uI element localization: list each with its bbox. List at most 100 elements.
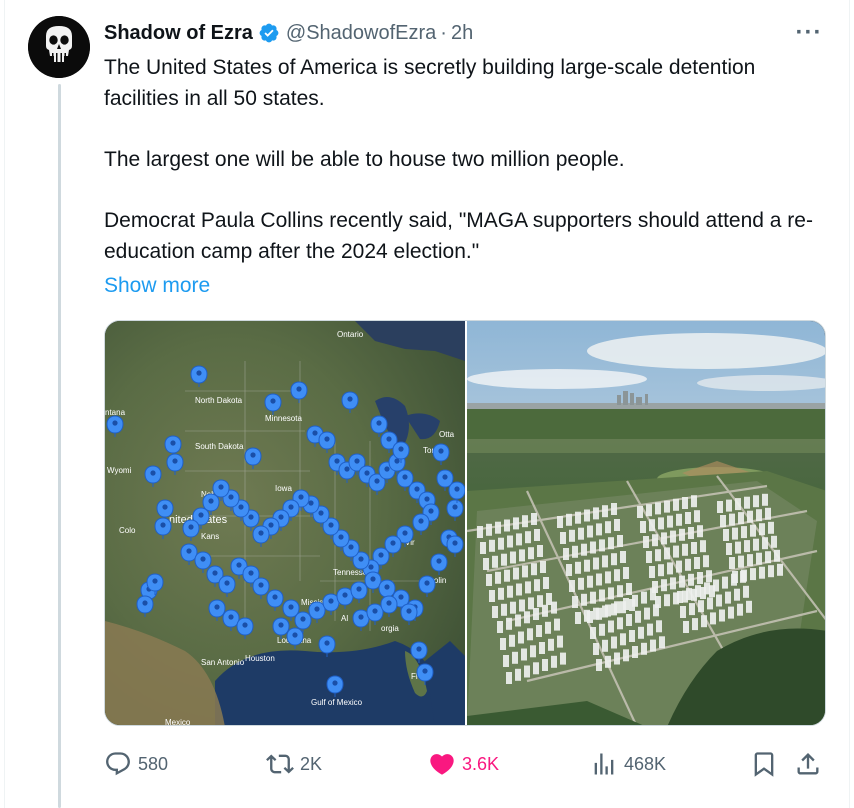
trailer xyxy=(697,572,703,584)
trailer xyxy=(722,576,728,589)
trailer xyxy=(632,646,638,658)
trailer xyxy=(710,612,716,625)
trailer xyxy=(495,521,501,534)
trailer xyxy=(587,575,593,588)
trailer xyxy=(685,558,691,571)
trailer xyxy=(566,513,572,526)
trailer xyxy=(614,569,620,582)
trailer xyxy=(578,527,584,540)
trailer xyxy=(497,621,503,633)
trailer xyxy=(771,535,777,548)
trailer xyxy=(510,601,516,614)
trailer xyxy=(581,593,587,606)
trailer xyxy=(691,542,697,554)
show-more-link[interactable]: Show more xyxy=(104,270,210,301)
trailer xyxy=(649,519,655,532)
trailer xyxy=(590,541,596,554)
trailer xyxy=(525,581,531,594)
trailer xyxy=(492,606,498,618)
map-label-gulf: Gulf of Mexico xyxy=(311,698,363,707)
trailer xyxy=(756,552,762,565)
trailer xyxy=(667,515,673,528)
trailer xyxy=(623,649,629,662)
trailer xyxy=(731,573,737,586)
timestamp[interactable]: 2h xyxy=(451,22,473,45)
trailer xyxy=(729,557,735,569)
trailer xyxy=(728,606,734,619)
trailer xyxy=(661,579,667,592)
reply-count: 580 xyxy=(138,753,169,774)
trailer xyxy=(602,639,608,652)
map-label-minnesota: Minnesota xyxy=(265,414,302,423)
trailer xyxy=(593,507,599,520)
trailer xyxy=(560,532,566,544)
repost-button[interactable]: 2K xyxy=(266,746,322,782)
like-button[interactable]: 3.6K xyxy=(428,746,499,782)
tweet-paragraph-3: Democrat Paula Collins recently said, "M… xyxy=(104,209,813,263)
trailer xyxy=(703,555,709,568)
trailer xyxy=(673,498,679,511)
trailer xyxy=(548,638,554,651)
trailer xyxy=(620,633,626,646)
trailer xyxy=(500,638,506,650)
reply-button[interactable]: 580 xyxy=(104,746,168,782)
more-options-button[interactable]: ··· xyxy=(792,19,826,46)
trailer xyxy=(530,645,536,658)
share-icon xyxy=(797,753,819,775)
trailer xyxy=(744,540,750,553)
trailer xyxy=(664,500,670,513)
trailer xyxy=(670,530,676,543)
trailer xyxy=(676,560,682,573)
trailer xyxy=(509,634,515,647)
trailer xyxy=(682,543,688,556)
trailer xyxy=(664,594,670,607)
trailer xyxy=(740,570,746,583)
map-label-san-antonio: San Antonio xyxy=(201,658,245,667)
avatar[interactable] xyxy=(28,16,90,78)
trailer xyxy=(726,543,732,555)
trailer xyxy=(605,604,611,617)
trailer xyxy=(688,527,694,539)
views-button[interactable]: 468K xyxy=(590,746,666,782)
trailer xyxy=(765,507,771,520)
trailer xyxy=(620,551,626,563)
trailer xyxy=(545,621,551,634)
trailer xyxy=(489,539,495,552)
trailer xyxy=(528,547,534,560)
bookmark-button[interactable] xyxy=(750,746,778,782)
trailer xyxy=(599,623,605,636)
trailer xyxy=(737,603,743,616)
trailer xyxy=(679,528,685,541)
author-handle[interactable]: @ShadowofEzra xyxy=(286,22,436,45)
trailer xyxy=(698,600,704,613)
trailer xyxy=(480,542,486,554)
trailer xyxy=(605,521,611,534)
trailer xyxy=(537,545,543,557)
trailer xyxy=(750,524,756,537)
trailer xyxy=(536,625,542,637)
tweet-header: Shadow of Ezra @ShadowofEzra · 2h xyxy=(104,20,473,46)
trailer xyxy=(762,537,768,550)
trailer xyxy=(716,594,722,607)
map-label-south-dakota: South Dakota xyxy=(195,442,244,451)
trailer xyxy=(735,498,741,511)
trailer xyxy=(513,517,519,530)
map-label-wyoming: Wyomi xyxy=(107,466,132,475)
trailer xyxy=(683,621,689,633)
trailer xyxy=(590,591,596,604)
map-label-alabama: Al xyxy=(341,614,348,623)
trailer xyxy=(646,551,652,563)
author-name[interactable]: Shadow of Ezra xyxy=(104,22,253,45)
trailer xyxy=(694,510,700,523)
tweet-media[interactable]: Ontario North Dakota Minnesota ntana Sou… xyxy=(104,320,826,726)
trailer xyxy=(527,628,533,641)
trailer xyxy=(501,603,507,616)
trailer xyxy=(611,553,617,566)
trailer xyxy=(489,590,495,602)
trailer xyxy=(756,509,762,522)
trailer xyxy=(729,513,735,526)
trailer xyxy=(554,618,560,631)
trailer xyxy=(688,573,694,586)
trailer xyxy=(640,521,646,533)
share-button[interactable] xyxy=(794,746,822,782)
